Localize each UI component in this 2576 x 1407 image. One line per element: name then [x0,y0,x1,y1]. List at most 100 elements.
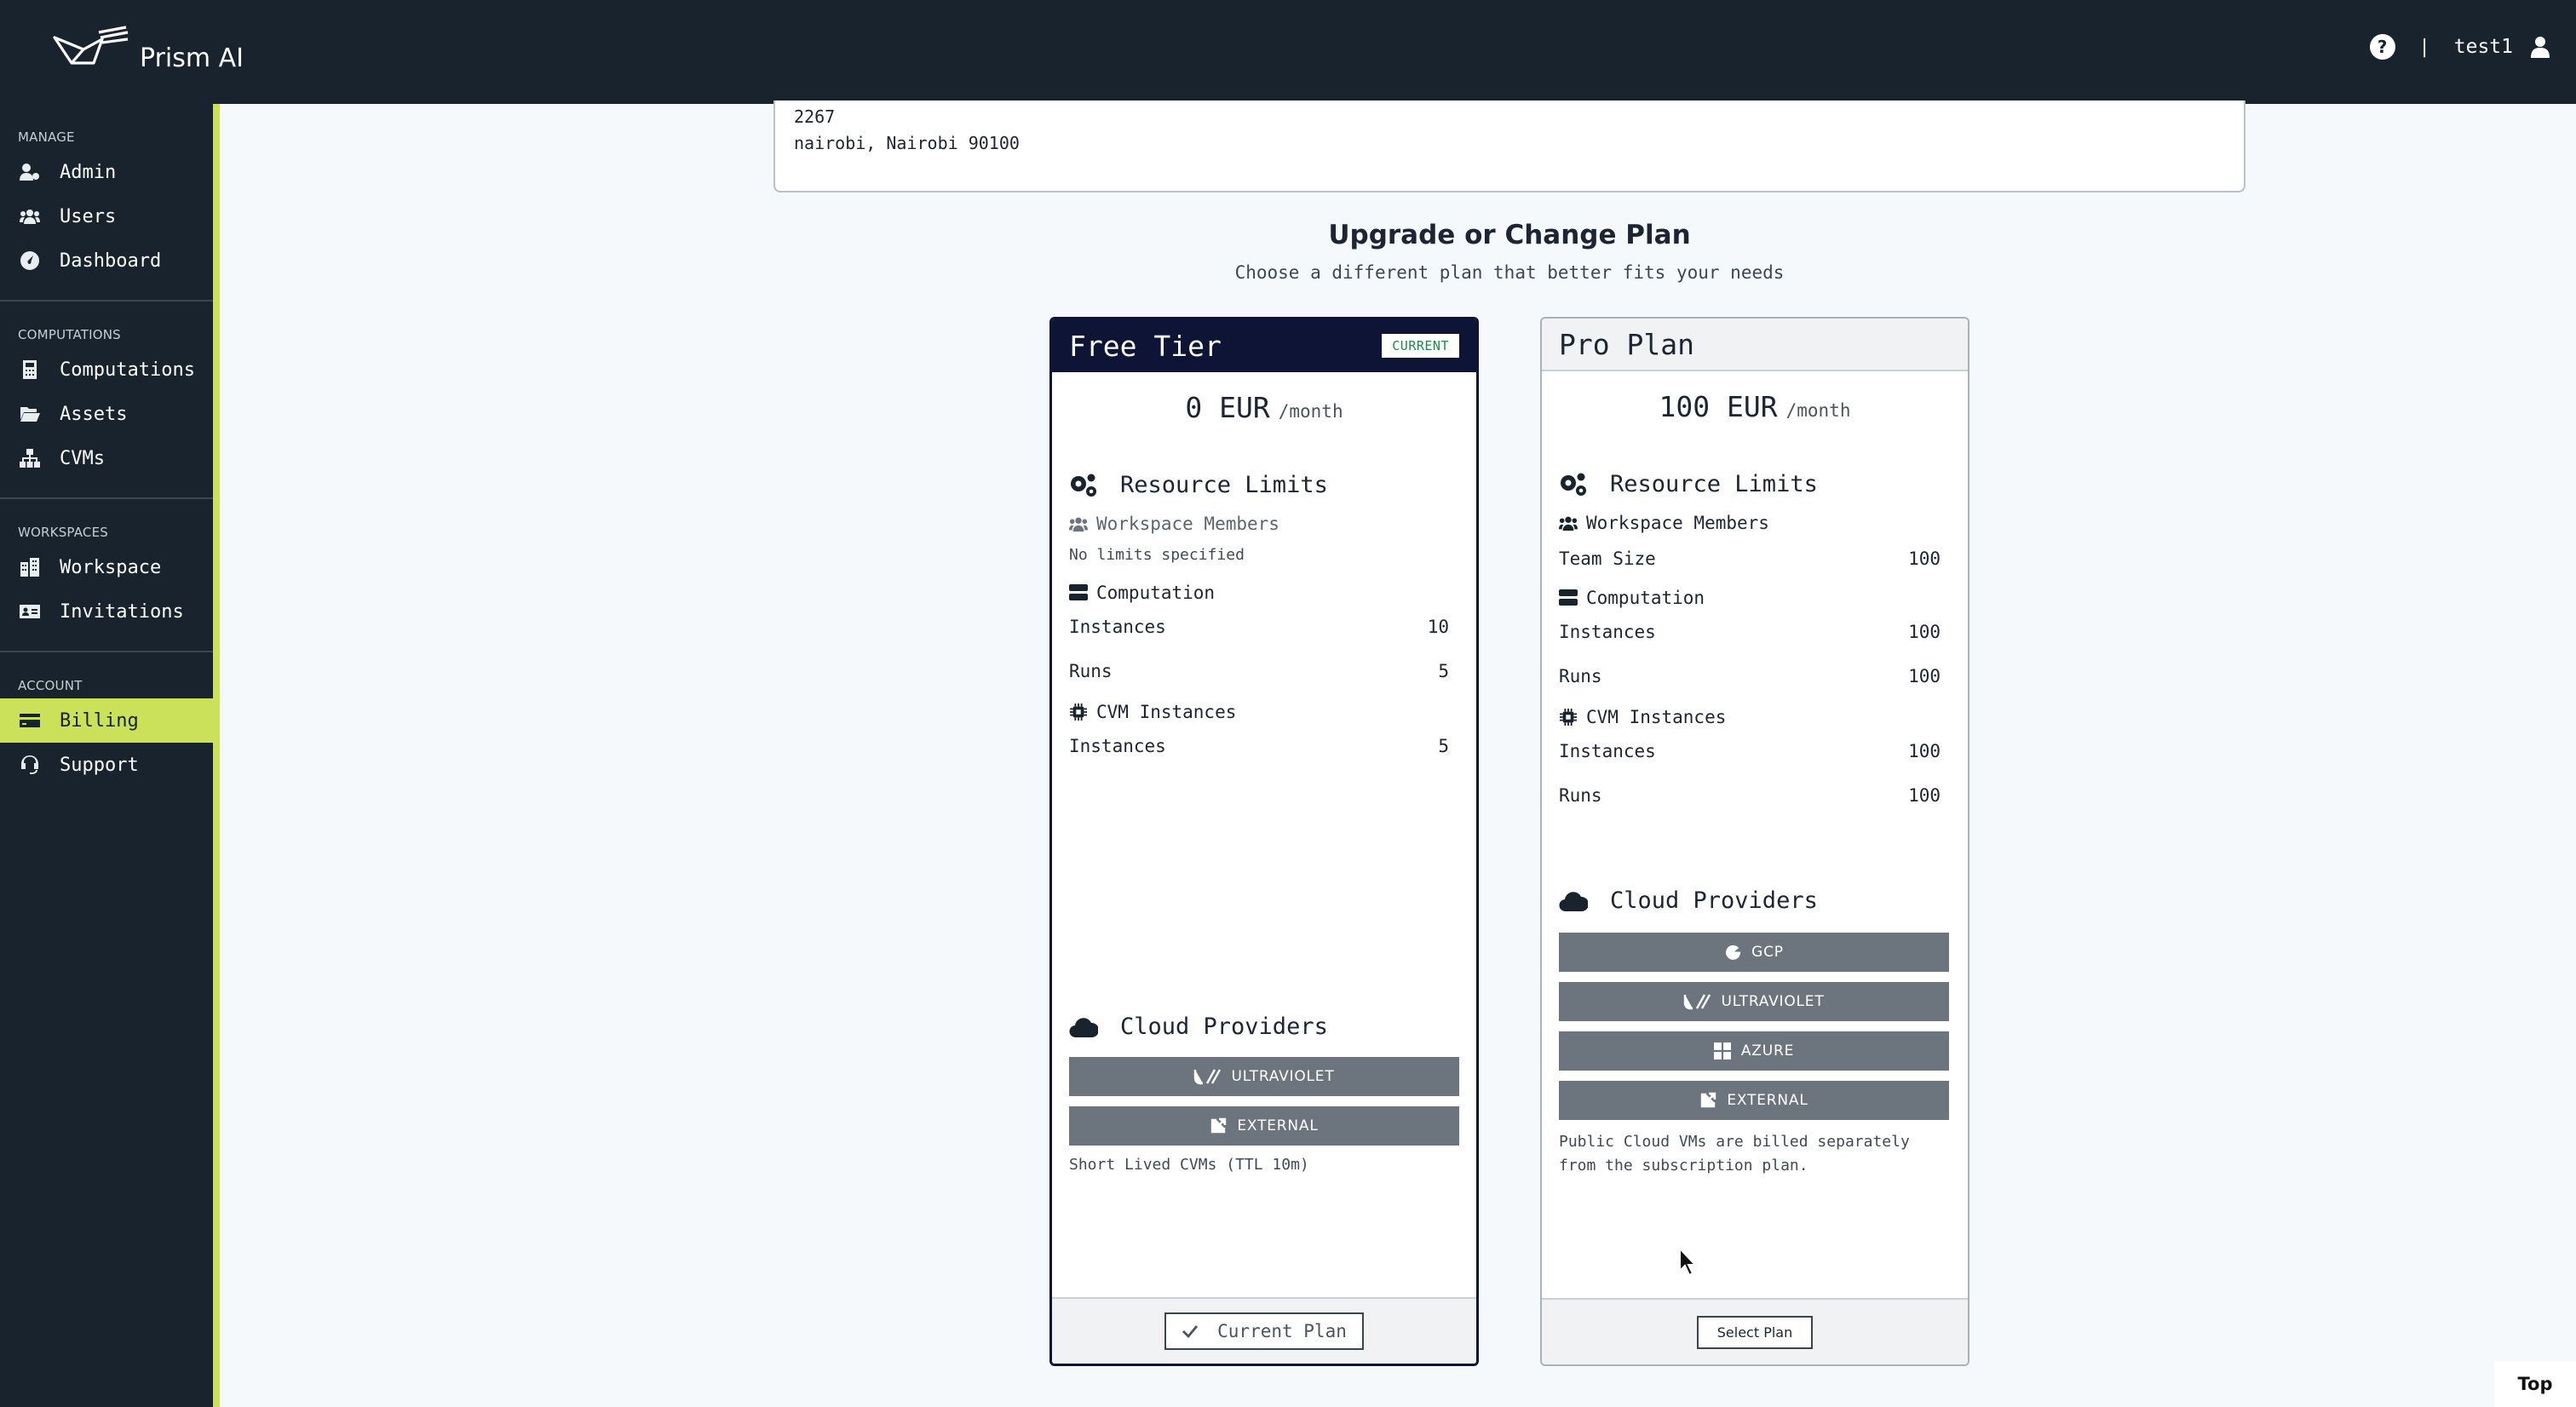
headset-icon [19,754,41,776]
sidebar-section-workspaces: WORKSPACES Workspace Invitations [0,499,213,652]
gears-icon [1071,474,1096,497]
sidebar-item-assets[interactable]: Assets [0,392,213,436]
cloud-providers-title: Cloud Providers [1052,1014,1476,1040]
sidebar-item-label: Dashboard [60,250,162,272]
resource-limits-title: Resource Limits [1052,472,1476,498]
external-link-icon [1211,1117,1227,1134]
sidebar-item-cvms[interactable]: CVMs [0,436,213,480]
current-plan-button[interactable]: Current Plan [1164,1312,1364,1350]
plan-card-footer: Current Plan [1052,1297,1476,1364]
plan-price: 100 EUR/month [1542,390,1968,423]
sidebar-item-computations[interactable]: Computations [0,347,213,392]
mouse-cursor-icon [1679,1247,1698,1277]
windows-icon [1713,1042,1731,1060]
plan-card-footer: Select Plan [1542,1298,1968,1364]
sidebar-item-label: Invitations [60,600,184,623]
limit-row: Runs 100 [1559,785,1941,806]
address-line-1: 2267 [794,106,836,127]
server-icon [1069,584,1088,600]
sidebar-item-support[interactable]: Support [0,743,213,787]
building-icon [19,556,41,578]
provider-gcp-button[interactable]: GCP [1559,933,1949,972]
sidebar-item-label: Admin [60,161,117,183]
sidebar-item-users[interactable]: Users [0,194,213,238]
cloud-icon [1069,1017,1098,1037]
sidebar-item-label: Support [60,754,139,776]
external-link-icon [1701,1092,1716,1108]
sidebar-header: MANAGE [18,129,75,145]
ultraviolet-icon [1194,1069,1222,1085]
sidebar-item-workspace[interactable]: Workspace [0,545,213,589]
computation-title: Computation [1542,588,1968,608]
top-bar: Prism AI ? | test1 [0,0,2576,104]
users-icon [19,205,41,227]
limit-row: Instances 100 [1559,741,1941,761]
user-icon[interactable] [2530,36,2550,58]
sidebar-section-computations: COMPUTATIONS Computations Assets CVMs [0,302,213,499]
provider-external-button[interactable]: EXTERNAL [1559,1081,1949,1120]
provider-external-button[interactable]: EXTERNAL [1069,1106,1459,1146]
current-badge: CURRENT [1382,334,1459,358]
users-icon [1069,517,1088,532]
workspace-members-title: Workspace Members [1052,514,1476,534]
help-icon[interactable]: ? [2369,34,2395,60]
app-name: Prism AI [140,43,244,73]
server-icon [1559,589,1578,606]
cloud-icon [1559,891,1588,911]
price-period: /month [1785,400,1851,421]
credit-card-icon [19,709,41,732]
plan-card-header: Free Tier CURRENT [1052,319,1476,372]
limit-row: Team Size 100 [1559,548,1941,569]
price-amount: 0 EUR [1185,391,1270,424]
cvm-instances-title: CVM Instances [1542,707,1968,727]
billing-address-box: 2267 nairobi, Nairobi 90100 [773,100,2245,192]
limit-row: Instances 10 [1069,617,1449,637]
microchip-icon [1070,704,1087,721]
sidebar-item-invitations[interactable]: Invitations [0,589,213,634]
user-gear-icon [19,161,41,183]
address-line-2: nairobi, Nairobi 90100 [794,133,1020,153]
scroll-top-link[interactable]: Top [2494,1361,2576,1407]
sidebar-item-label: Workspace [60,556,162,578]
sidebar-item-label: CVMs [60,447,105,469]
select-plan-button[interactable]: Select Plan [1696,1315,1814,1349]
users-icon [1559,516,1578,531]
sidebar-header: ACCOUNT [18,678,83,693]
sidebar: MANAGE Admin Users Dashboard COMPUTATION… [0,104,220,1407]
microchip-icon [1560,709,1577,726]
calculator-icon [19,359,41,381]
gauge-icon [19,250,41,272]
provider-azure-button[interactable]: AZURE [1559,1031,1949,1071]
provider-note: Public Cloud VMs are billed separately f… [1559,1133,1910,1174]
sidebar-section-account: ACCOUNT Billing Support [0,652,213,804]
brand[interactable]: Prism AI [51,26,244,79]
sidebar-item-billing[interactable]: Billing [0,698,213,743]
price-period: /month [1278,401,1343,422]
limit-row: Runs 5 [1069,661,1449,681]
sidebar-header: COMPUTATIONS [18,327,121,342]
limit-row: Instances 100 [1559,622,1941,642]
sidebar-section-manage: MANAGE Admin Users Dashboard [0,104,213,302]
provider-note: Short Lived CVMs (TTL 10m) [1069,1156,1309,1174]
sidebar-item-label: Users [60,205,117,227]
cloud-providers-title: Cloud Providers [1542,887,1968,914]
plan-card-pro: Pro Plan 100 EUR/month Resource Limits W… [1540,317,1969,1366]
sitemap-icon [19,447,41,469]
provider-ultraviolet-button[interactable]: ULTRAVIOLET [1069,1057,1459,1096]
username[interactable]: test1 [2454,36,2513,58]
resource-limits-title: Resource Limits [1542,471,1968,497]
plan-name: Pro Plan [1559,327,1694,361]
sidebar-item-label: Assets [60,403,128,425]
workspace-members-title: Workspace Members [1542,513,1968,533]
plan-price: 0 EUR/month [1052,391,1476,424]
sidebar-item-label: Computations [60,359,195,381]
sidebar-item-dashboard[interactable]: Dashboard [0,238,213,283]
sidebar-header: WORKSPACES [18,525,108,540]
folder-open-icon [19,403,41,425]
provider-ultraviolet-button[interactable]: ULTRAVIOLET [1559,982,1949,1021]
prism-logo-icon [51,26,129,79]
limit-row: Runs 100 [1559,666,1941,686]
id-card-icon [19,600,41,623]
limit-row: Instances 5 [1069,736,1449,756]
sidebar-item-admin[interactable]: Admin [0,150,213,194]
